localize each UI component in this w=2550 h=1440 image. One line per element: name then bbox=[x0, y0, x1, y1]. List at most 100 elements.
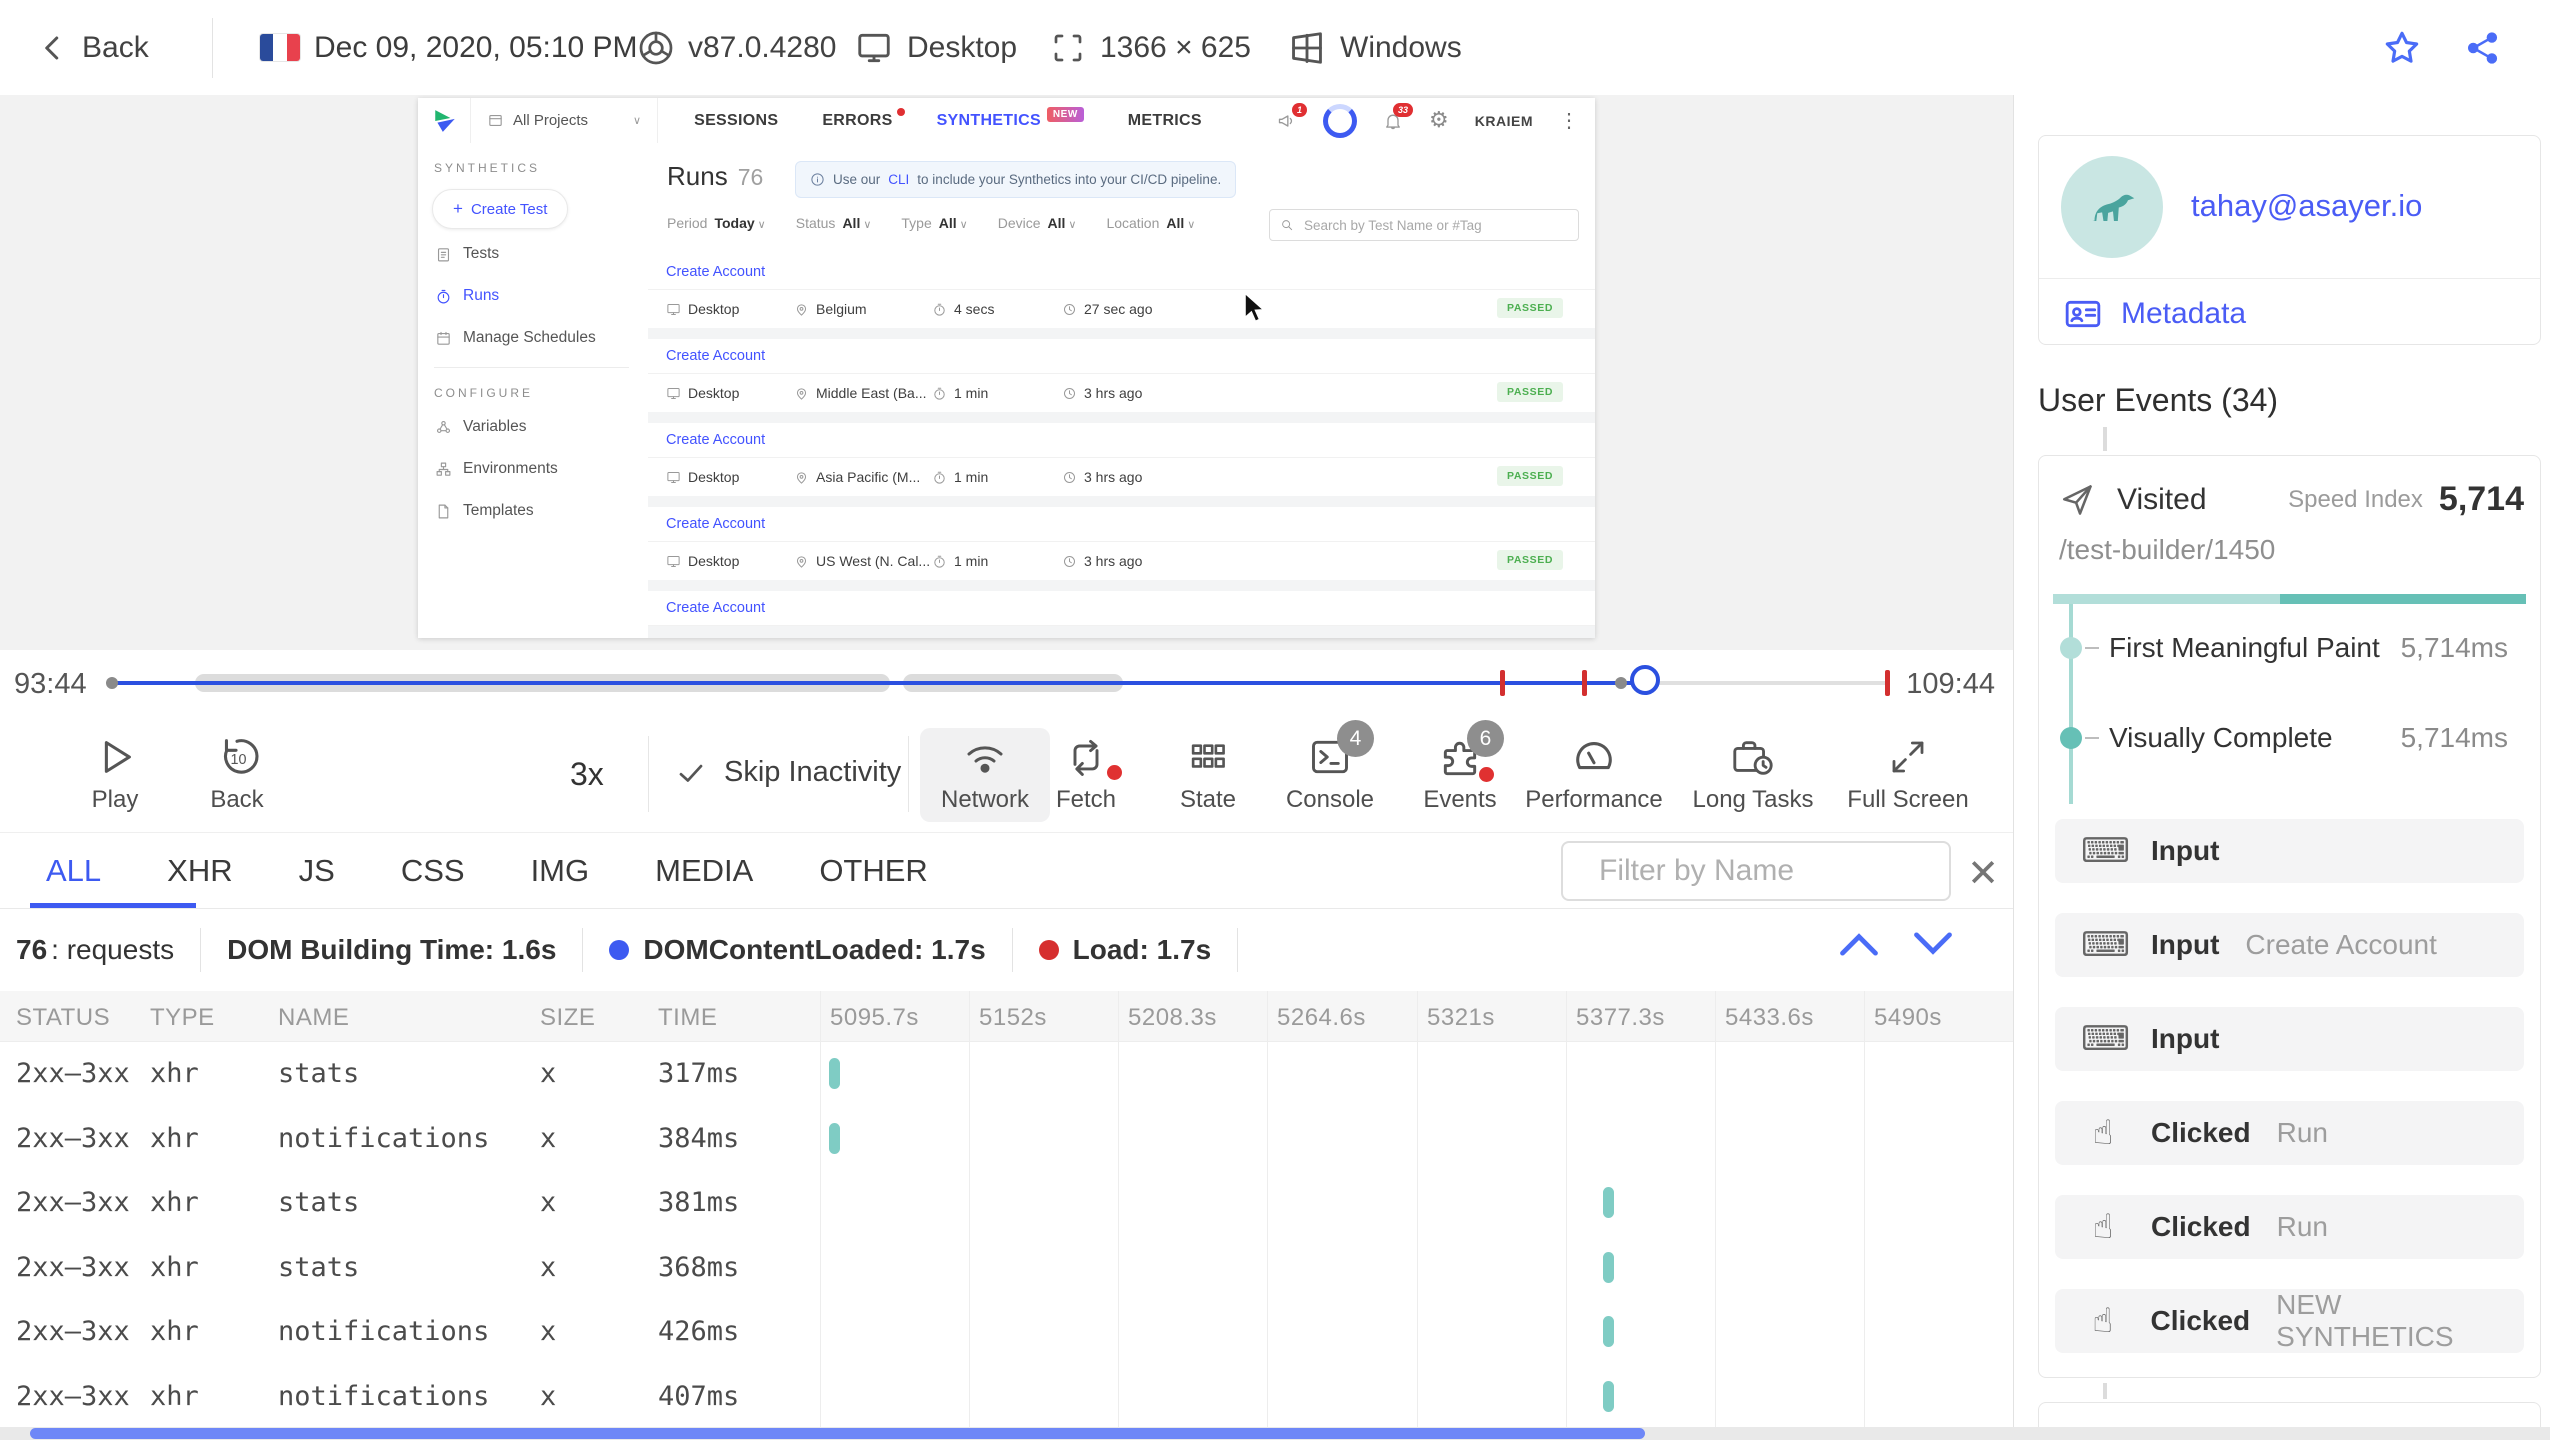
run-name-link[interactable]: Create Account bbox=[648, 255, 1595, 290]
request-row[interactable]: 2xx–3xx xhr notifications x 407ms bbox=[0, 1364, 2013, 1429]
kebab-menu[interactable]: ⋮ bbox=[1559, 108, 1579, 133]
run-row[interactable]: Desktop Middle East (Ba... 1 min 3 hrs a… bbox=[648, 374, 1595, 412]
notifications-button[interactable]: 33 bbox=[1383, 102, 1414, 131]
performance-panel-button[interactable]: Performance bbox=[1514, 728, 1674, 822]
request-row[interactable]: 2xx–3xx xhr stats x 317ms bbox=[0, 1041, 2013, 1106]
run-name-link[interactable]: Create Account bbox=[648, 591, 1595, 626]
tab-all[interactable]: ALL bbox=[46, 853, 101, 889]
fetch-swap-icon bbox=[1073, 739, 1099, 776]
fetch-panel-button[interactable]: Fetch bbox=[1022, 728, 1150, 822]
request-row[interactable]: 2xx–3xx xhr stats x 368ms bbox=[0, 1235, 2013, 1300]
tab-media[interactable]: MEDIA bbox=[655, 853, 753, 889]
time-tick: 5095.7s bbox=[830, 1004, 919, 1031]
project-selector[interactable]: All Projects ∨ bbox=[470, 98, 659, 143]
create-test-button[interactable]: + Create Test bbox=[432, 189, 569, 229]
filter-period[interactable]: Period Today ∨ bbox=[667, 215, 766, 231]
tab-errors[interactable]: ERRORS bbox=[822, 107, 905, 130]
play-button[interactable]: Play bbox=[45, 728, 185, 822]
tab-js[interactable]: JS bbox=[299, 853, 335, 889]
back-10-seconds-button[interactable]: 10 Back bbox=[167, 728, 307, 822]
run-name-link[interactable]: Create Account bbox=[648, 507, 1595, 542]
request-row[interactable]: 2xx–3xx xhr notifications x 426ms bbox=[0, 1299, 2013, 1364]
star-icon bbox=[2385, 31, 2419, 63]
event-item-input[interactable]: ⌨ Input bbox=[2055, 1007, 2524, 1071]
share-button[interactable] bbox=[2464, 0, 2502, 95]
visited-url[interactable]: /test-builder/1450 bbox=[2059, 534, 2275, 566]
request-row[interactable]: 2xx–3xx xhr notifications x 384ms bbox=[0, 1106, 2013, 1171]
svg-text:10: 10 bbox=[230, 752, 246, 768]
run-row[interactable]: Desktop US West (N. Cal... 1 min 3 hrs a… bbox=[648, 542, 1595, 580]
run-row[interactable]: Desktop Asia Pacific (M... 1 min 3 hrs a… bbox=[648, 458, 1595, 496]
tab-metrics[interactable]: METRICS bbox=[1128, 112, 1202, 130]
request-rows: 2xx–3xx xhr stats x 317ms 2xx–3xx xhr no… bbox=[0, 1041, 2013, 1428]
jump-previous-button[interactable] bbox=[1837, 931, 1881, 957]
close-panel-button[interactable]: ✕ bbox=[1967, 851, 1999, 896]
events-panel-button[interactable]: 6 Events bbox=[1396, 720, 1524, 822]
run-row[interactable]: Desktop Belgium 4 secs 27 sec ago PASSED bbox=[648, 290, 1595, 328]
filter-location[interactable]: Location All ∨ bbox=[1106, 215, 1195, 231]
event-item-click[interactable]: ☝ Clicked Run bbox=[2055, 1101, 2524, 1165]
windows-icon bbox=[1292, 31, 1322, 64]
device-type: Desktop bbox=[855, 0, 1017, 95]
back-label: Back bbox=[82, 30, 149, 64]
sidebar-item-manage-schedules[interactable]: Manage Schedules bbox=[418, 317, 645, 359]
tab-sessions[interactable]: SESSIONS bbox=[694, 112, 778, 130]
divider bbox=[908, 736, 909, 812]
run-name-link[interactable]: Create Account bbox=[648, 339, 1595, 374]
run-group: Create Account Desktop Belgium 4 secs 27… bbox=[648, 255, 1595, 328]
event-item-click[interactable]: ☝ Clicked NEW SYNTHETICS bbox=[2055, 1289, 2524, 1353]
cli-banner: Use our CLI to include your Synthetics i… bbox=[795, 161, 1237, 198]
stopwatch-icon bbox=[934, 303, 945, 316]
sidebar-item-variables[interactable]: Variables bbox=[418, 406, 645, 448]
sidebar-item-runs[interactable]: Runs bbox=[418, 275, 645, 317]
scrollbar-thumb[interactable] bbox=[30, 1428, 1645, 1439]
filter-type[interactable]: Type All ∨ bbox=[901, 215, 967, 231]
tab-synthetics[interactable]: SYNTHETICS NEW bbox=[937, 106, 1084, 130]
user-menu[interactable]: KRAIEM bbox=[1475, 113, 1533, 129]
filter-device[interactable]: Device All ∨ bbox=[998, 215, 1077, 231]
filter-status[interactable]: Status All ∨ bbox=[796, 215, 872, 231]
state-panel-button[interactable]: State bbox=[1148, 728, 1268, 822]
full-screen-button[interactable]: Full Screen bbox=[1828, 728, 1988, 822]
event-item-input[interactable]: ⌨ Input Create Account bbox=[2055, 913, 2524, 977]
tab-css[interactable]: CSS bbox=[401, 853, 465, 889]
metric-row: Visually Complete 5,714ms bbox=[2039, 718, 2524, 758]
sidebar-item-environments[interactable]: Environments bbox=[418, 448, 645, 490]
divider bbox=[2039, 278, 2540, 279]
skip-inactivity-toggle[interactable]: Skip Inactivity bbox=[676, 756, 901, 789]
timeline-scrubber-knob[interactable] bbox=[1630, 665, 1660, 695]
tab-xhr[interactable]: XHR bbox=[167, 853, 232, 889]
metadata-button[interactable]: Metadata bbox=[2063, 294, 2246, 334]
divider bbox=[434, 367, 629, 368]
monitor-icon bbox=[667, 303, 680, 315]
os-type-label: Windows bbox=[1340, 30, 1462, 64]
sidebar-item-tests[interactable]: Tests bbox=[418, 233, 645, 275]
announcements-button[interactable]: 1 bbox=[1277, 102, 1308, 131]
device-type-label: Desktop bbox=[907, 30, 1018, 64]
settings-button[interactable]: ⚙ bbox=[1429, 108, 1449, 133]
tab-other[interactable]: OTHER bbox=[819, 853, 928, 889]
divider bbox=[212, 18, 213, 78]
back-button[interactable]: Back bbox=[38, 0, 149, 95]
sitemap-icon bbox=[436, 462, 451, 476]
request-row[interactable]: 2xx–3xx xhr stats x 381ms bbox=[0, 1170, 2013, 1235]
event-connector bbox=[2103, 1383, 2107, 1399]
run-name-link[interactable]: Create Account bbox=[648, 423, 1595, 458]
favorite-button[interactable] bbox=[2382, 0, 2422, 95]
long-tasks-panel-button[interactable]: Long Tasks bbox=[1678, 728, 1828, 822]
section-configure: CONFIGURE bbox=[434, 386, 533, 400]
tab-img[interactable]: IMG bbox=[531, 853, 590, 889]
console-panel-button[interactable]: 4 Console bbox=[1262, 720, 1398, 822]
filter-by-name-input[interactable] bbox=[1597, 853, 1987, 889]
event-item-input[interactable]: ⌨ Input bbox=[2055, 819, 2524, 883]
test-search-input[interactable] bbox=[1302, 216, 1568, 234]
event-item-click[interactable]: ☝ Clicked Run bbox=[2055, 1195, 2524, 1259]
sidebar-item-templates[interactable]: Templates bbox=[418, 490, 645, 532]
timeline-track[interactable] bbox=[106, 665, 1890, 696]
jump-next-button[interactable] bbox=[1911, 931, 1955, 957]
red-dot-icon bbox=[1038, 940, 1059, 960]
cli-link[interactable]: CLI bbox=[888, 172, 909, 187]
user-email-link[interactable]: tahay@asayer.io bbox=[2191, 188, 2422, 224]
request-timing-bar bbox=[828, 1058, 840, 1089]
playback-speed-button[interactable]: 3x bbox=[570, 756, 604, 793]
